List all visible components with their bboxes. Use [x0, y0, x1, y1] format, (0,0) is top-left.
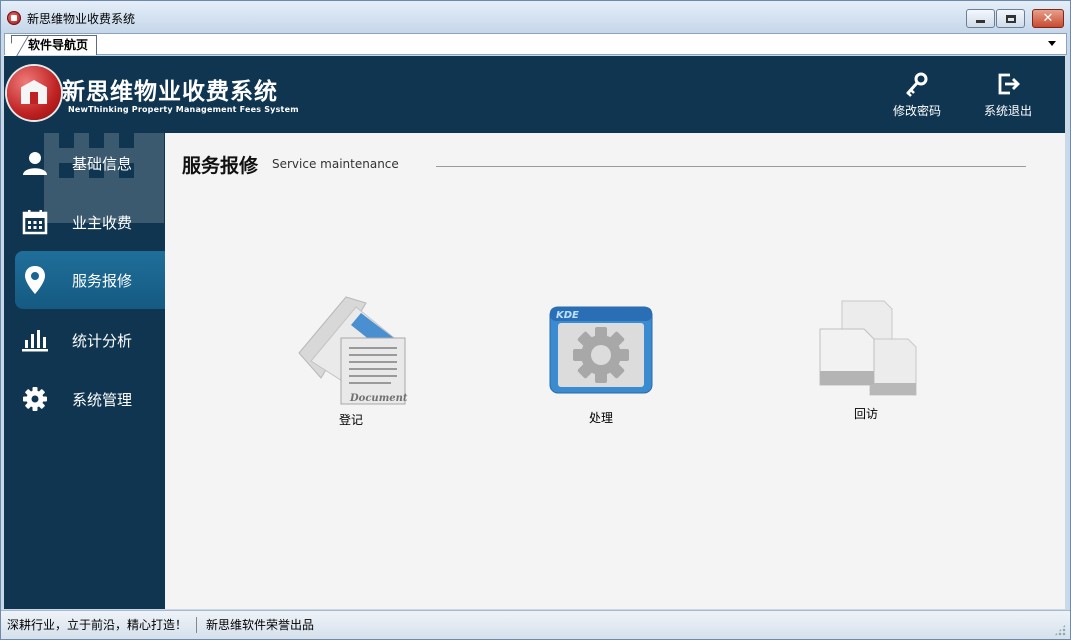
- status-bar: 深耕行业，立于前沿，精心打造！ 新思维软件荣誉出品: [1, 610, 1070, 639]
- tab-navigation-page[interactable]: 软件导航页: [11, 35, 98, 55]
- app-logo-icon: [7, 11, 21, 25]
- status-separator: [196, 617, 197, 633]
- title-divider: [436, 166, 1026, 167]
- follow-up-tile[interactable]: 回访: [801, 297, 931, 422]
- logout-icon: [998, 73, 1020, 95]
- minimize-button[interactable]: [966, 9, 995, 28]
- exit-system-button[interactable]: 系统退出: [978, 70, 1038, 119]
- sidebar-item-statistics[interactable]: 统计分析: [4, 311, 165, 369]
- key-icon: [906, 72, 928, 97]
- app-header: 新思维物业收费系统 NewThinking Property Managemen…: [4, 56, 1065, 133]
- page-title: 服务报修: [182, 155, 259, 177]
- app-window: 新思维物业收费系统 ✕ 软件导航页 新思维物业收费系统 NewThinking …: [0, 0, 1071, 640]
- close-icon: ✕: [1042, 11, 1054, 26]
- sidebar-item-basic-info[interactable]: 基础信息: [4, 134, 165, 192]
- settings-window-icon: KDE: [549, 306, 653, 394]
- sidebar-item-label: 基础信息: [72, 154, 133, 173]
- status-credit: 新思维软件荣誉出品: [206, 618, 315, 632]
- sidebar: 基础信息 业主收费 服务报修 统计分析 系统管理: [4, 133, 165, 609]
- page-subtitle: Service maintenance: [272, 157, 399, 171]
- sidebar-item-label: 服务报修: [72, 271, 133, 290]
- resize-grip-icon[interactable]: [1054, 624, 1066, 636]
- exit-system-label: 系统退出: [983, 104, 1032, 118]
- main-content: 服务报修 Service maintenance Document 登记 KDE…: [165, 133, 1065, 609]
- register-tile-label: 登记: [338, 413, 363, 427]
- change-password-label: 修改密码: [892, 104, 941, 118]
- close-button[interactable]: ✕: [1032, 9, 1064, 28]
- sidebar-item-service-repair[interactable]: 服务报修: [15, 251, 165, 309]
- follow-up-tile-label: 回访: [853, 407, 878, 421]
- register-tile[interactable]: Document 登记: [286, 293, 416, 428]
- files-copy-icon: [819, 300, 917, 396]
- maximize-icon: [1005, 14, 1016, 23]
- change-password-button[interactable]: 修改密码: [887, 70, 947, 119]
- tab-strip: 软件导航页: [4, 33, 1067, 55]
- minimize-icon: [976, 20, 985, 23]
- process-tile-label: 处理: [588, 411, 613, 425]
- maximize-button[interactable]: [996, 9, 1025, 28]
- tab-dropdown-icon[interactable]: [1048, 41, 1056, 46]
- sidebar-item-label: 系统管理: [72, 390, 133, 409]
- sidebar-item-system-management[interactable]: 系统管理: [4, 370, 165, 428]
- svg-text:KDE: KDE: [556, 310, 579, 321]
- bar-chart-icon: [20, 325, 50, 355]
- window-title: 新思维物业收费系统: [27, 12, 136, 26]
- brand-name: 新思维物业收费系统: [62, 79, 278, 105]
- svg-text:Document: Document: [349, 393, 408, 404]
- document-icon: Document: [298, 296, 408, 405]
- title-bar[interactable]: 新思维物业收费系统 ✕: [1, 1, 1070, 33]
- sidebar-item-label: 统计分析: [72, 331, 133, 350]
- brand-tagline: NewThinking Property Management Fees Sys…: [68, 105, 299, 114]
- brand-logo: [7, 66, 61, 120]
- building-icon: [21, 80, 47, 104]
- map-pin-icon: [20, 265, 50, 295]
- gear-icon: [20, 384, 50, 414]
- calendar-icon: [20, 207, 50, 237]
- sidebar-item-owner-fees[interactable]: 业主收费: [4, 193, 165, 251]
- sidebar-item-label: 业主收费: [72, 213, 133, 232]
- status-slogan: 深耕行业，立于前沿，精心打造！: [7, 618, 188, 632]
- process-tile[interactable]: KDE 处理: [536, 303, 666, 426]
- user-icon: [20, 148, 50, 178]
